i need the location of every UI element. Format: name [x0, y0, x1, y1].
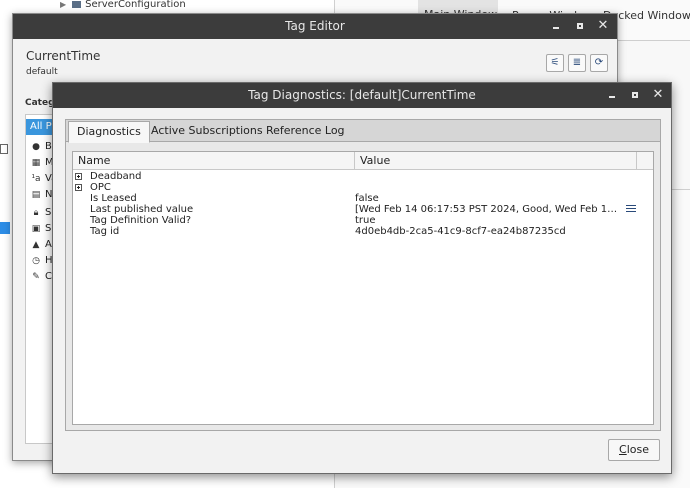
tag-diagnostics-title: Tag Diagnostics: [default]CurrentTime: [248, 88, 476, 102]
table-row[interactable]: Tag Definition Valid? true: [73, 215, 653, 226]
lock-icon: 🔒︎: [33, 208, 39, 218]
close-button[interactable]: Close: [608, 439, 660, 461]
minimize-icon[interactable]: [606, 89, 618, 101]
json-icon[interactable]: ≣: [568, 54, 586, 72]
expand-plus-icon[interactable]: [75, 184, 82, 191]
tab-active-subscriptions[interactable]: Active Subscriptions: [143, 121, 271, 142]
row-name: Tag id: [90, 226, 120, 237]
diagnostics-icon[interactable]: ⚟: [546, 54, 564, 72]
table-row[interactable]: Last published value [Wed Feb 14 06:17:5…: [73, 204, 653, 215]
close-icon[interactable]: ✕: [597, 19, 609, 32]
meta-icon: ▦: [31, 158, 41, 168]
tag-editor-title: Tag Editor: [285, 19, 345, 33]
row-name: Last published value: [90, 204, 194, 215]
history-icon: ◷: [32, 256, 40, 266]
maximize-icon[interactable]: [629, 89, 641, 101]
tag-editor-titlebar[interactable]: Tag Editor ✕: [13, 14, 617, 39]
table-row[interactable]: Deadband: [73, 171, 653, 182]
table-row[interactable]: Tag id 4d0eb4db-2ca5-41c9-8cf7-ea24b8723…: [73, 226, 653, 237]
tag-name-label: CurrentTime: [26, 49, 101, 63]
background-selection-marker: [0, 222, 10, 234]
info-icon: ●: [32, 142, 40, 152]
diagnostics-table: Name Value Deadband OPC Is Leased false …: [72, 151, 654, 425]
row-name: Is Leased: [90, 193, 137, 204]
expand-arrow-icon[interactable]: ▶: [60, 0, 66, 9]
scripting-icon: ▣: [31, 224, 41, 234]
tree-item-server-configuration[interactable]: ▶ ServerConfiguration: [60, 0, 186, 11]
tab-diagnostics[interactable]: Diagnostics: [68, 121, 150, 143]
row-value: false: [355, 193, 379, 204]
background-left-strip: [0, 140, 10, 260]
row-value: 4d0eb4db-2ca5-41c9-8cf7-ea24b87235cd: [355, 226, 566, 237]
table-row[interactable]: OPC: [73, 182, 653, 193]
tag-diagnostics-window: Tag Diagnostics: [default]CurrentTime ✕ …: [52, 82, 672, 474]
table-row[interactable]: Is Leased false: [73, 193, 653, 204]
refresh-icon[interactable]: ⟳: [590, 54, 608, 72]
diagnostics-tabbar: Diagnostics Active Subscriptions Referen…: [66, 120, 660, 143]
row-value: true: [355, 215, 376, 226]
maximize-icon[interactable]: [574, 20, 586, 32]
background-marker: [0, 144, 8, 154]
close-icon[interactable]: ✕: [652, 88, 664, 101]
details-icon[interactable]: [626, 205, 636, 214]
value-icon: ¹a: [31, 174, 41, 184]
column-header-name[interactable]: Name: [73, 152, 355, 170]
numeric-icon: ▤: [31, 190, 41, 200]
diagnostics-tab-panel: Diagnostics Active Subscriptions Referen…: [65, 119, 661, 431]
column-header-value[interactable]: Value: [355, 152, 637, 170]
table-header: Name Value: [73, 152, 653, 170]
row-name: Deadband: [90, 171, 142, 182]
row-name: OPC: [90, 182, 111, 193]
row-name: Tag Definition Valid?: [90, 215, 192, 226]
row-value: [Wed Feb 14 06:17:53 PST 2024, Good, Wed…: [355, 204, 620, 215]
custom-icon: ✎: [32, 272, 40, 282]
tab-reference-log[interactable]: Reference Log: [258, 121, 353, 142]
expand-plus-icon[interactable]: [75, 173, 82, 180]
tag-diagnostics-titlebar[interactable]: Tag Diagnostics: [default]CurrentTime ✕: [53, 83, 671, 108]
minimize-icon[interactable]: [550, 20, 562, 32]
alarm-icon: ▲: [32, 240, 40, 250]
folder-icon: [72, 0, 82, 8]
tag-provider-label: default: [26, 67, 58, 77]
